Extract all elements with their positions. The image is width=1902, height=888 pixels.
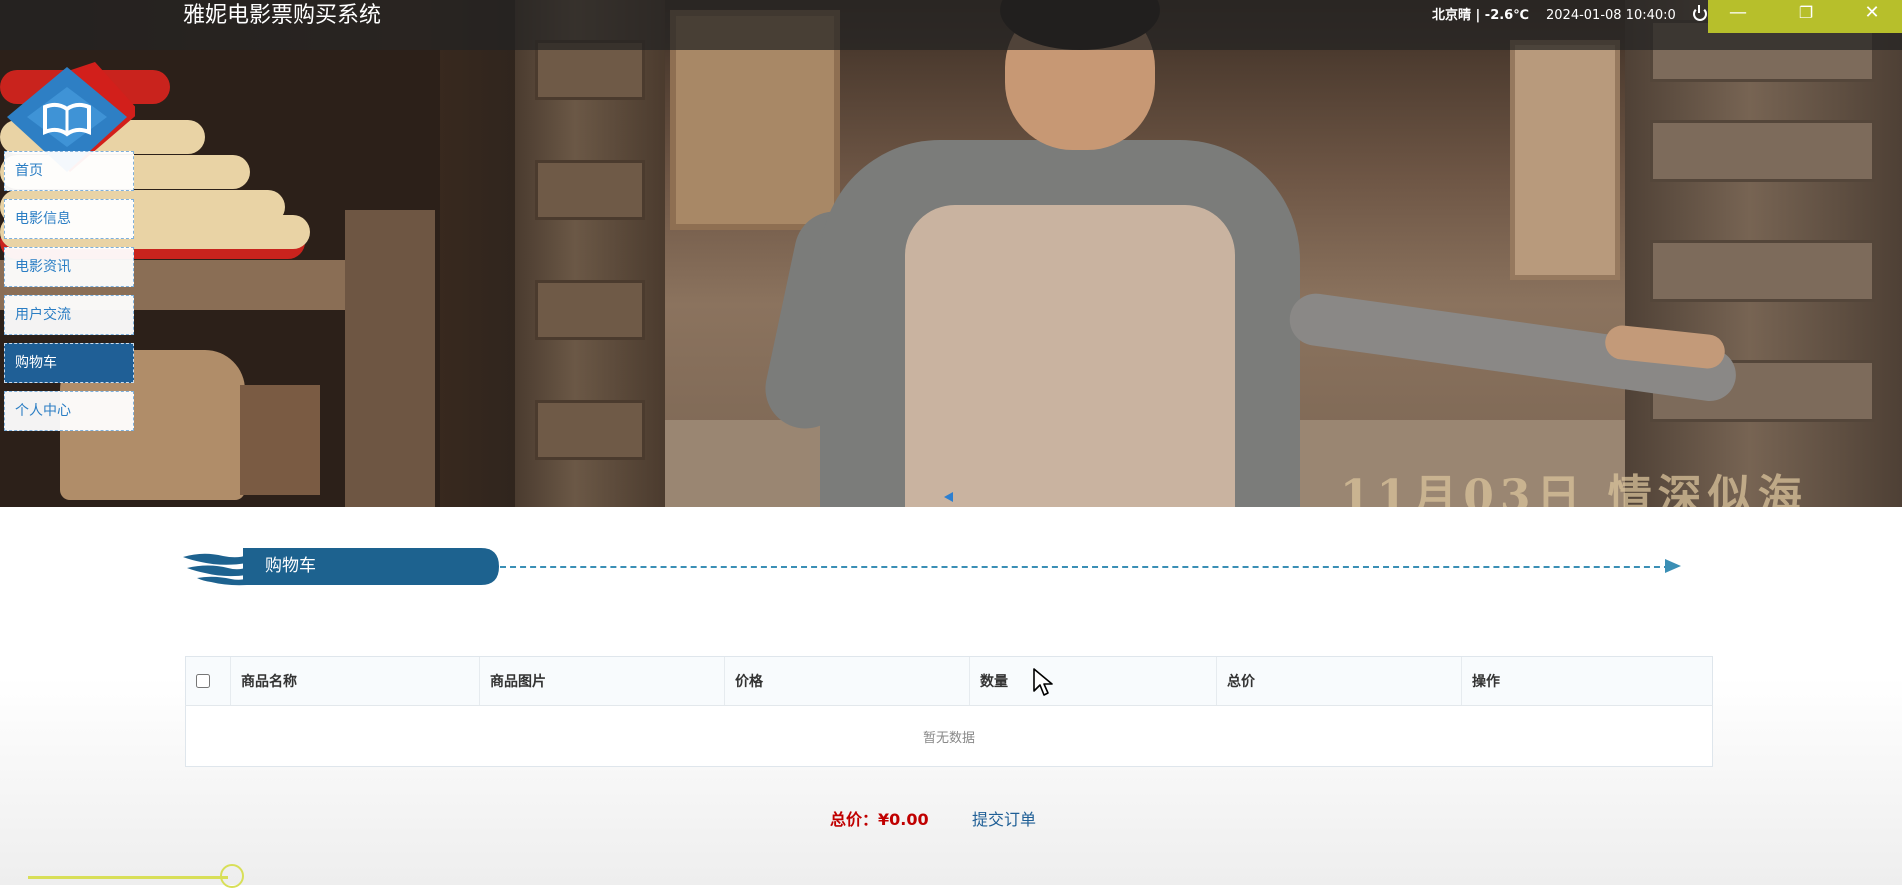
column-header-image[interactable]: 商品图片 [479, 656, 725, 706]
select-all-cell [185, 656, 231, 706]
banner-box [240, 385, 320, 495]
door-panel [535, 280, 645, 340]
door-panel [535, 400, 645, 460]
section-pill [183, 548, 499, 586]
minimize-button[interactable]: — [1708, 0, 1768, 33]
banner-door-left [515, 0, 665, 507]
cart-header-row: 商品名称 商品图片 价格 数量 总价 操作 [185, 656, 1713, 706]
column-header-price[interactable]: 价格 [724, 656, 970, 706]
site-title: 雅妮电影票购买系统 [183, 3, 382, 28]
slider-track[interactable] [28, 876, 228, 879]
total-label: 总价： [830, 810, 879, 829]
hero-banner[interactable]: 11月03日 情深似海 [0, 0, 1902, 507]
banner-apron [905, 205, 1235, 507]
power-icon[interactable] [1693, 5, 1707, 21]
column-header-name[interactable]: 商品名称 [230, 656, 480, 706]
nav-item-profile[interactable]: 个人中心 [4, 391, 134, 431]
empty-message: 暂无数据 [185, 705, 1713, 767]
cart-summary: 总价：¥0.00 提交订单 [830, 807, 1036, 833]
close-button[interactable]: ✕ [1842, 0, 1902, 33]
banner-door-right [1625, 0, 1902, 507]
column-header-action[interactable]: 操作 [1461, 656, 1713, 706]
arrow-right-icon [1665, 559, 1681, 573]
nav-item-home[interactable]: 首页 [4, 151, 134, 191]
top-bar: 雅妮电影票购买系统 北京晴 | -2.6℃ 2024-01-08 10:40:0 [0, 0, 1902, 50]
date-time: 2024-01-08 10:40:0 [1546, 8, 1676, 23]
banner-caption: 11月03日 情深似海 [1340, 471, 1808, 507]
column-header-total[interactable]: 总价 [1216, 656, 1462, 706]
window-controls: — ❐ ✕ [1708, 0, 1902, 33]
nav-item-user-forum[interactable]: 用户交流 [4, 295, 134, 335]
select-all-checkbox[interactable] [196, 674, 210, 688]
section-header: 购物车 [183, 547, 1703, 589]
side-menu: 首页 电影信息 电影资讯 用户交流 购物车 个人中心 [4, 151, 136, 439]
carousel-indicator[interactable] [944, 492, 953, 502]
slider-handle[interactable] [220, 864, 244, 888]
submit-order-button[interactable]: 提交订单 [972, 807, 1036, 833]
nav-item-movie-news[interactable]: 电影资讯 [4, 247, 134, 287]
section-title: 购物车 [265, 556, 316, 576]
banner-shelf-post [345, 210, 435, 507]
nav-item-movie-info[interactable]: 电影信息 [4, 199, 134, 239]
section-divider [500, 566, 1670, 568]
door-panel [535, 160, 645, 220]
banner-cabinet [1510, 40, 1620, 280]
weather-info: 北京晴 | -2.6℃ [1432, 8, 1529, 23]
restore-button[interactable]: ❐ [1776, 0, 1836, 33]
cart-table: 商品名称 商品图片 价格 数量 总价 操作 暂无数据 [185, 656, 1713, 767]
column-header-quantity[interactable]: 数量 [969, 656, 1217, 706]
door-panel [1650, 240, 1875, 302]
door-panel [1650, 120, 1875, 182]
nav-item-cart[interactable]: 购物车 [4, 343, 134, 383]
mouse-pointer-icon [1033, 668, 1053, 696]
total-value: ¥0.00 [878, 810, 929, 829]
empty-row: 暂无数据 [185, 705, 1713, 767]
